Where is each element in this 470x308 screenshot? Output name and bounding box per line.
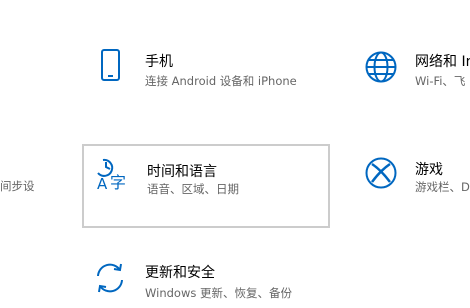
- tile-title: 手机: [145, 54, 173, 70]
- svg-text:字: 字: [110, 173, 126, 192]
- xbox-icon: [364, 156, 398, 190]
- tile-title: 时间和语言: [147, 164, 217, 180]
- tile-subtitle: 间步设: [0, 179, 35, 193]
- tile-title: 更新和安全: [145, 265, 215, 281]
- svg-text:A: A: [97, 175, 108, 192]
- tile-title: 网络和 In: [415, 54, 470, 70]
- tile-subtitle: 连接 Android 设备和 iPhone: [145, 74, 297, 88]
- settings-tile-update-security[interactable]: 更新和安全 Windows 更新、恢复、备份: [82, 250, 330, 308]
- update-icon: [92, 260, 128, 296]
- tile-subtitle: 语音、区域、日期: [147, 182, 239, 196]
- settings-tile-time-language[interactable]: A 字 时间和语言 语音、区域、日期: [82, 144, 330, 228]
- settings-tile-network[interactable]: 网络和 In Wi-Fi、飞: [352, 32, 470, 116]
- settings-tile-accounts-partial[interactable]: 间步设: [0, 144, 60, 228]
- settings-tile-gaming[interactable]: 游戏 游戏栏、D: [352, 144, 470, 228]
- globe-icon: [364, 50, 398, 84]
- time-language-icon: A 字: [94, 156, 134, 192]
- tile-subtitle: Windows 更新、恢复、备份: [145, 286, 292, 300]
- phone-icon: [98, 48, 124, 84]
- settings-tile-phone[interactable]: 手机 连接 Android 设备和 iPhone: [82, 32, 330, 116]
- tile-subtitle: Wi-Fi、飞: [415, 74, 466, 88]
- tile-title: 游戏: [415, 162, 443, 178]
- tile-subtitle: 游戏栏、D: [415, 180, 470, 194]
